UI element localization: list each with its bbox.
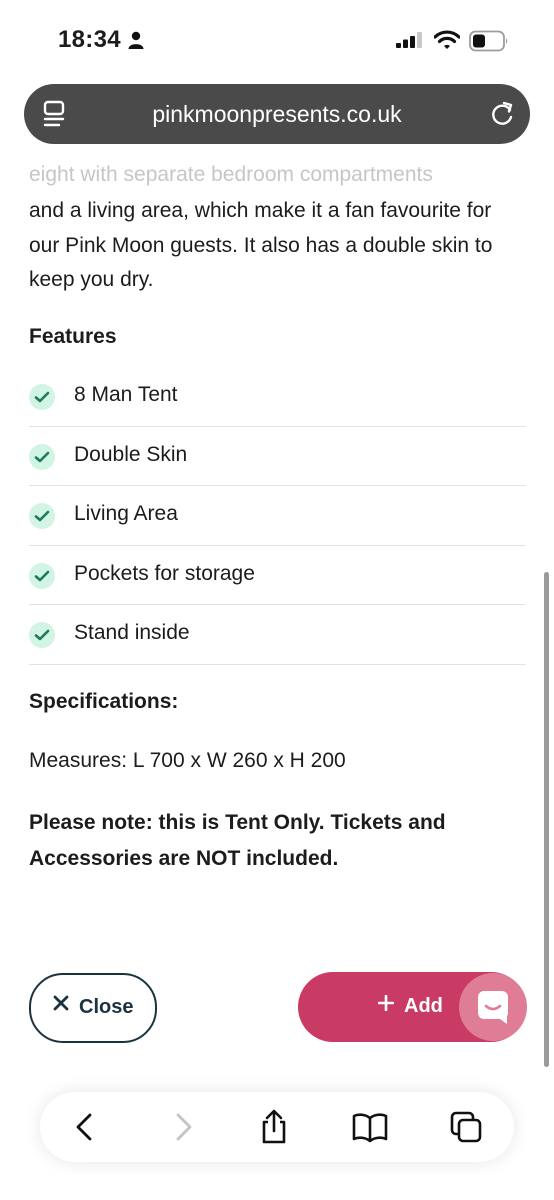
feature-item: Pockets for storage xyxy=(29,546,526,605)
chat-icon xyxy=(478,991,508,1024)
status-bar: 18:34 xyxy=(0,0,554,84)
check-icon xyxy=(29,384,55,410)
feature-label: Living Area xyxy=(74,502,178,525)
bookmarks-icon[interactable] xyxy=(352,1109,388,1145)
back-icon[interactable] xyxy=(68,1109,104,1145)
features-list: 8 Man Tent Double Skin Living Area Pocke… xyxy=(29,367,526,665)
close-button[interactable]: Close xyxy=(29,973,157,1043)
check-icon xyxy=(29,503,55,529)
close-label: Close xyxy=(79,996,134,1018)
signal-icon xyxy=(396,32,424,53)
forward-icon[interactable] xyxy=(164,1109,200,1145)
features-heading: Features xyxy=(29,325,117,348)
close-icon xyxy=(53,995,69,1016)
address-bar[interactable]: pinkmoonpresents.co.uk xyxy=(24,84,530,144)
share-icon[interactable] xyxy=(256,1109,292,1145)
status-time: 18:34 xyxy=(58,26,121,53)
tent-only-note: Please note: this is Tent Only. Tickets … xyxy=(29,811,446,870)
url-text[interactable]: pinkmoonpresents.co.uk xyxy=(24,101,530,128)
scrollbar[interactable] xyxy=(544,572,549,1067)
check-icon xyxy=(29,443,55,470)
wifi-icon xyxy=(433,30,461,55)
tabs-icon[interactable] xyxy=(448,1109,484,1145)
feature-item: Living Area xyxy=(29,486,526,546)
chat-button[interactable] xyxy=(459,973,527,1041)
feature-item: Stand inside xyxy=(29,605,526,665)
feature-label: Stand inside xyxy=(74,621,190,644)
feature-item: Double Skin xyxy=(29,427,526,486)
plus-icon xyxy=(377,994,395,1016)
product-description: and a living area, which make it a fan f… xyxy=(29,199,493,291)
reload-icon[interactable] xyxy=(490,100,516,133)
specifications-heading: Specifications: xyxy=(29,690,179,713)
description-faded-line: eight with separate bedroom compartments xyxy=(29,163,433,186)
browser-toolbar xyxy=(40,1092,514,1162)
battery-icon xyxy=(469,30,509,57)
person-icon xyxy=(128,31,144,54)
check-icon xyxy=(29,622,55,648)
feature-label: Pockets for storage xyxy=(74,561,255,585)
check-icon xyxy=(29,562,55,589)
specifications-measures: Measures: L 700 x W 260 x H 200 xyxy=(29,749,346,772)
add-label: Add xyxy=(404,995,443,1017)
feature-item: 8 Man Tent xyxy=(29,367,526,427)
feature-label: 8 Man Tent xyxy=(74,383,178,406)
feature-label: Double Skin xyxy=(74,442,188,466)
